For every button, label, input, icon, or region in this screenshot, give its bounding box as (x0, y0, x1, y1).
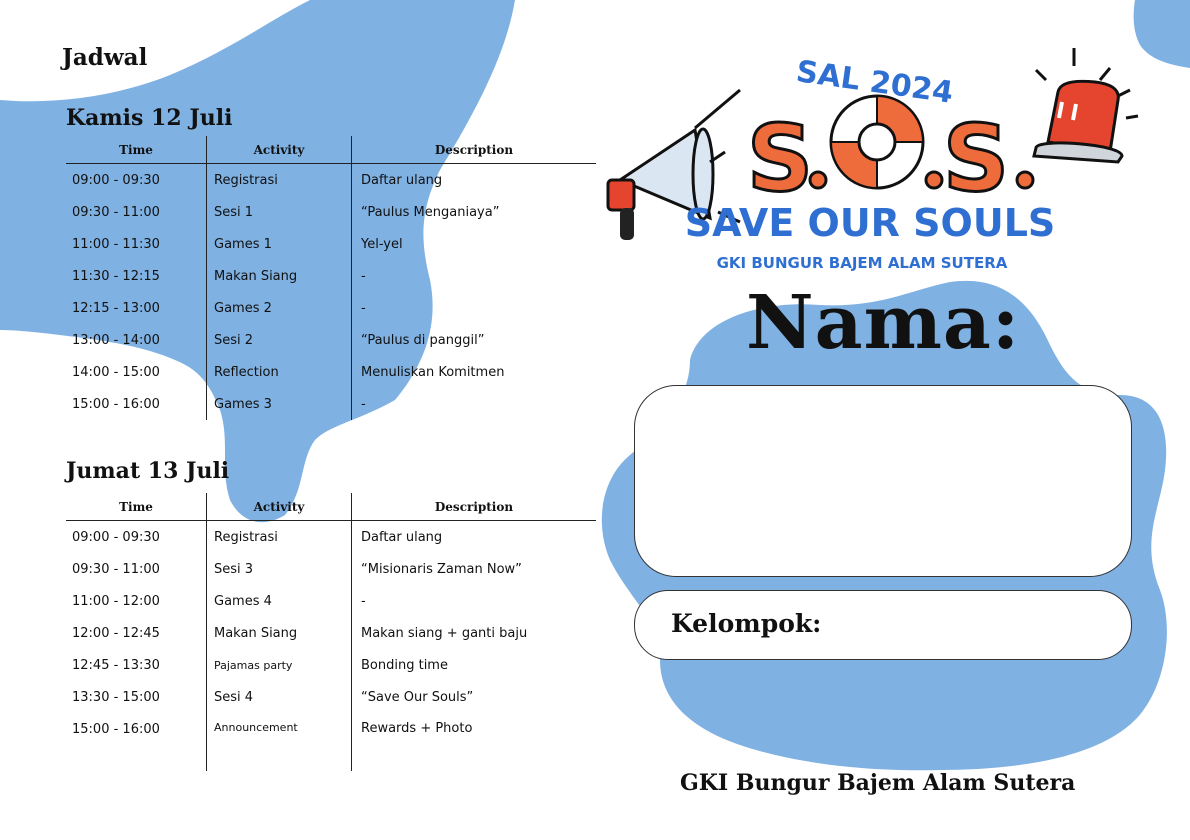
table-row: 12:00 - 12:45 Makan Siang Makan siang + … (66, 617, 596, 649)
row-time: 12:00 - 12:45 (72, 625, 160, 641)
row-time: 12:45 - 13:30 (72, 657, 160, 673)
row-activity: Sesi 1 (206, 196, 351, 228)
logo-s-right: S (943, 105, 1009, 212)
nama-label: Nama: (746, 280, 1021, 366)
group-field[interactable]: Kelompok: (634, 590, 1132, 660)
table-row: 11:00 - 11:30 Games 1 Yel-yel (66, 228, 596, 260)
row-activity: Registrasi (206, 521, 351, 553)
row-description: - (351, 292, 596, 324)
row-time: 09:30 - 11:00 (72, 204, 160, 220)
table-row: 11:00 - 12:00 Games 4 - (66, 585, 596, 617)
table-row: 12:45 - 13:30 Pajamas party Bonding time (66, 649, 596, 681)
header-time: Time (119, 142, 153, 157)
table-row: 15:00 - 16:00 Announcement Rewards + Pho… (66, 713, 596, 771)
row-activity: Registrasi (206, 164, 351, 196)
row-activity: Games 2 (206, 292, 351, 324)
row-time: 13:30 - 15:00 (72, 689, 160, 705)
table-header: Time Activity Description (66, 493, 596, 521)
lifebuoy-icon (829, 94, 925, 190)
row-activity: Makan Siang (206, 617, 351, 649)
day2-title: Jumat 13 Juli (66, 458, 230, 484)
row-description: - (351, 388, 596, 420)
row-activity: Games 1 (206, 228, 351, 260)
table-row: 09:30 - 11:00 Sesi 1 “Paulus Menganiaya” (66, 196, 596, 228)
day1-schedule-table: Time Activity Description 09:00 - 09:30 … (66, 136, 596, 420)
table-row: 14:00 - 15:00 Reflection Menuliskan Komi… (66, 356, 596, 388)
row-time: 11:30 - 12:15 (72, 268, 160, 284)
row-activity: Sesi 3 (206, 553, 351, 585)
row-time: 14:00 - 15:00 (72, 364, 160, 380)
row-activity: Sesi 2 (206, 324, 351, 356)
table-row: 09:00 - 09:30 Registrasi Daftar ulang (66, 164, 596, 196)
row-description: Menuliskan Komitmen (351, 356, 596, 388)
row-description: Daftar ulang (351, 521, 596, 553)
row-activity: Makan Siang (206, 260, 351, 292)
row-activity: Pajamas party (206, 649, 351, 681)
row-time: 12:15 - 13:00 (72, 300, 160, 316)
name-field[interactable] (634, 385, 1132, 577)
row-activity: Reflection (206, 356, 351, 388)
row-activity: Sesi 4 (206, 681, 351, 713)
table-row: 15:00 - 16:00 Games 3 - (66, 388, 596, 420)
header-description: Description (351, 136, 596, 163)
row-time: 15:00 - 16:00 (72, 396, 160, 412)
row-time: 09:30 - 11:00 (72, 561, 160, 577)
row-time: 09:00 - 09:30 (72, 172, 160, 188)
row-description: Yel-yel (351, 228, 596, 260)
footer-church-name: GKI Bungur Bajem Alam Sutera (680, 770, 1076, 796)
row-description: “Misionaris Zaman Now” (351, 553, 596, 585)
header-activity: Activity (206, 136, 351, 163)
page-title: Jadwal (62, 44, 148, 71)
row-description: Daftar ulang (351, 164, 596, 196)
row-description: - (351, 260, 596, 292)
row-time: 11:00 - 11:30 (72, 236, 160, 252)
table-row: 09:00 - 09:30 Registrasi Daftar ulang (66, 521, 596, 553)
logo-church-name: GKI BUNGUR BAJEM ALAM SUTERA (717, 254, 1008, 272)
row-time: 09:00 - 09:30 (72, 529, 160, 545)
table-row: 12:15 - 13:00 Games 2 - (66, 292, 596, 324)
header-activity: Activity (206, 493, 351, 520)
row-activity: Games 4 (206, 585, 351, 617)
table-header: Time Activity Description (66, 136, 596, 164)
logo-s-left: S (747, 105, 813, 212)
row-description: Bonding time (351, 649, 596, 681)
row-activity: Announcement (206, 713, 351, 771)
siren-icon (1032, 48, 1139, 164)
row-description: - (351, 585, 596, 617)
row-description: Makan siang + ganti baju (351, 617, 596, 649)
header-description: Description (351, 493, 596, 520)
row-description: “Save Our Souls” (351, 681, 596, 713)
table-row: 09:30 - 11:00 Sesi 3 “Misionaris Zaman N… (66, 553, 596, 585)
table-row: 13:30 - 15:00 Sesi 4 “Save Our Souls” (66, 681, 596, 713)
row-time: 15:00 - 16:00 (72, 721, 160, 737)
row-description: “Paulus di panggil” (351, 324, 596, 356)
row-time: 13:00 - 14:00 (72, 332, 160, 348)
table-row: 13:00 - 14:00 Sesi 2 “Paulus di panggil” (66, 324, 596, 356)
table-row: 11:30 - 12:15 Makan Siang - (66, 260, 596, 292)
day2-schedule-table: Time Activity Description 09:00 - 09:30 … (66, 493, 596, 771)
kelompok-label: Kelompok: (671, 609, 822, 638)
row-description: Rewards + Photo (351, 713, 596, 771)
sos-logo: SAL 2024 S S SAVE OUR SOULS GKI BUNGUR B… (606, 48, 1139, 272)
header-time: Time (119, 499, 153, 514)
logo-tagline: SAVE OUR SOULS (685, 201, 1056, 245)
row-activity: Games 3 (206, 388, 351, 420)
day1-title: Kamis 12 Juli (66, 105, 233, 131)
row-time: 11:00 - 12:00 (72, 593, 160, 609)
row-description: “Paulus Menganiaya” (351, 196, 596, 228)
